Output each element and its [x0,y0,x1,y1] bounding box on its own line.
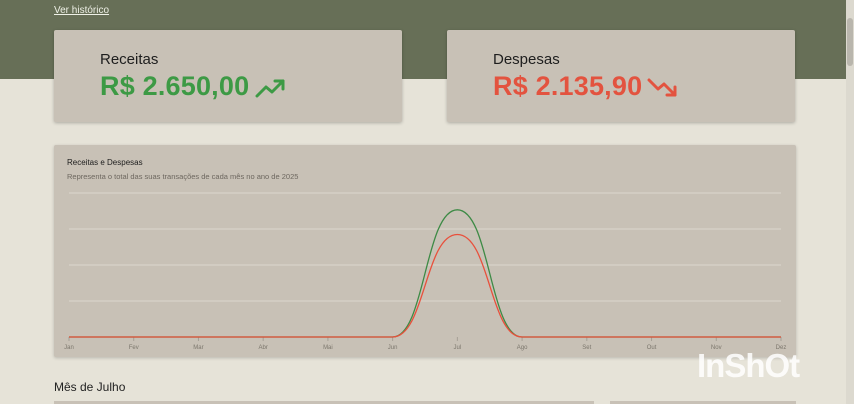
trending-down-icon [647,78,677,97]
x-tick-label: Ago [517,345,528,351]
expenses-card: Despesas R$ 2.135,90 [447,30,795,122]
x-tick-label: Mai [323,345,333,351]
expenses-amount: R$ 2.135,90 [493,71,643,101]
chart-card: Receitas e Despesas Representa o total d… [54,145,796,357]
x-tick-label: Jul [454,345,462,351]
expenses-label: Despesas [493,51,560,68]
x-tick-label: Out [647,345,657,351]
x-tick-label: Set [582,345,591,351]
x-tick-label: Jan [64,345,74,351]
income-card: Receitas R$ 2.650,00 [54,30,402,122]
x-tick-label: Mar [193,345,203,351]
income-label: Receitas [100,51,159,68]
history-link[interactable]: Ver histórico [54,5,109,16]
income-amount: R$ 2.650,00 [100,71,250,101]
x-tick-label: Jun [388,345,398,351]
expenses-series-line [68,233,781,338]
trending-up-icon [255,79,285,98]
x-tick-label: Fev [129,345,139,351]
month-section-title: Mês de Julho [54,380,126,394]
watermark-logo: InShOt [697,347,800,384]
x-tick-label: Abr [259,345,268,351]
page-scrollbar[interactable] [846,0,854,404]
line-chart: Jan Fev Mar Abr Mai Jun Jul Ago Set Out Nov Dez [64,192,786,351]
scrollbar-thumb[interactable] [847,18,853,66]
